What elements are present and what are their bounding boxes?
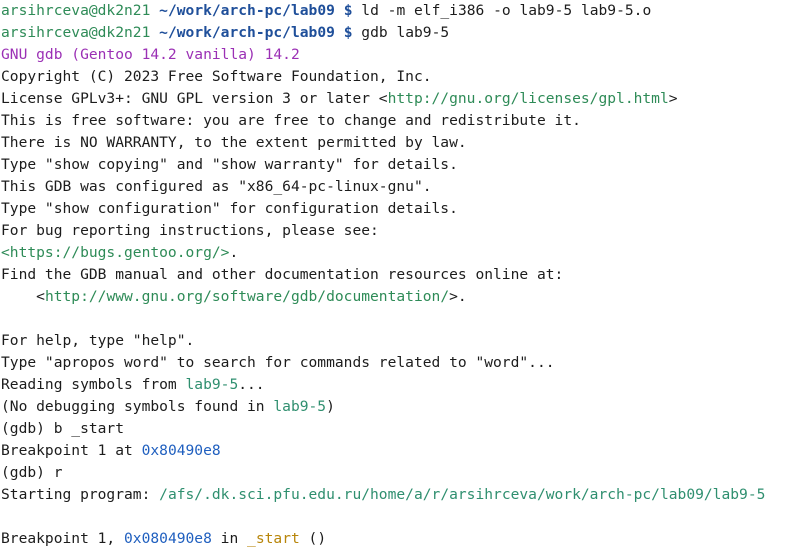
gdb-apropos: Type "apropos word" to search for comman… [1,354,555,371]
prompt-symbol: $ [343,24,353,41]
bp-set-text: Breakpoint 1 at [1,442,142,459]
starting-text: Starting program: [1,486,160,503]
nodebug-file: lab9-5 [273,398,327,415]
license-link[interactable]: http://gnu.org/licenses/gpl.html [388,90,669,107]
nodebug-close: ) [326,398,335,415]
reading-text: Reading symbols from [1,376,186,393]
bug-url-link[interactable]: <https://bugs.gentoo.org/> [1,244,229,261]
bp-set-address: 0x80490e8 [141,442,221,459]
gdb-warranty: There is NO WARRANTY, to the extent perm… [1,134,467,151]
doc-link[interactable]: http://www.gnu.org/software/gdb/document… [45,288,449,305]
prompt-user-host: arsihrceva@dk2n21 [1,2,151,19]
gdb-show-copying: Type "show copying" and "show warranty" … [1,156,458,173]
command-gdb: gdb lab9-5 [361,24,450,41]
bp-hit-text: Breakpoint 1, [1,530,125,547]
gdb-version: GNU gdb (Gentoo 14.2 vanilla) 14.2 [1,46,300,63]
bp-hit-address: 0x080490e8 [124,530,212,547]
doc-open: < [1,288,45,305]
bp-hit-parens: () [299,530,327,547]
gdb-find-manual: Find the GDB manual and other documentat… [1,266,564,283]
command-ld: ld -m elf_i386 -o lab9-5 lab9-5.o [361,2,652,19]
nodebug-text: (No debugging symbols found in [1,398,274,415]
prompt-line-ld: arsihrceva@dk2n21 ~/work/arch-pc/lab09 $… [1,0,651,22]
gdb-bug-reporting: For bug reporting instructions, please s… [1,222,379,239]
doc-close: >. [449,288,467,305]
bp-hit-function: _start [247,530,300,547]
gdb-copyright: Copyright (C) 2023 Free Software Foundat… [1,68,432,85]
gdb-free-software: This is free software: you are free to c… [1,112,581,129]
gdb-show-config: Type "show configuration" for configurat… [1,200,458,217]
gdb-doc-line: <http://www.gnu.org/software/gdb/documen… [1,286,467,308]
gdb-license: License GPLv3+: GNU GPL version 3 or lat… [1,88,678,110]
breakpoint-set: Breakpoint 1 at 0x80490e8 [1,440,221,462]
reading-ellipsis: ... [238,376,265,393]
reading-symbols: Reading symbols from lab9-5... [1,374,265,396]
prompt-path: ~/work/arch-pc/lab09 [159,24,335,41]
gdb-cmd-run: (gdb) r [1,464,63,481]
bug-url-period: . [229,244,239,261]
gdb-help: For help, type "help". [1,332,195,349]
reading-file: lab9-5 [185,376,239,393]
starting-path: /afs/.dk.sci.pfu.edu.ru/home/a/r/arsihrc… [159,486,766,503]
gdb-bug-url-line: <https://bugs.gentoo.org/>. [1,242,238,264]
prompt-symbol: $ [343,2,353,19]
license-text: License GPLv3+: GNU GPL version 3 or lat… [1,90,388,107]
prompt-user-host: arsihrceva@dk2n21 [1,24,151,41]
terminal-window[interactable]: arsihrceva@dk2n21 ~/work/arch-pc/lab09 $… [0,0,797,547]
prompt-path: ~/work/arch-pc/lab09 [159,2,335,19]
bp-hit-in: in [211,530,248,547]
no-debug-symbols: (No debugging symbols found in lab9-5) [1,396,335,418]
gdb-cmd-break: (gdb) b _start [1,420,125,437]
starting-program: Starting program: /afs/.dk.sci.pfu.edu.r… [1,484,765,506]
prompt-line-gdb: arsihrceva@dk2n21 ~/work/arch-pc/lab09 $… [1,22,449,44]
license-close: > [668,90,678,107]
gdb-configured: This GDB was configured as "x86_64-pc-li… [1,178,432,195]
